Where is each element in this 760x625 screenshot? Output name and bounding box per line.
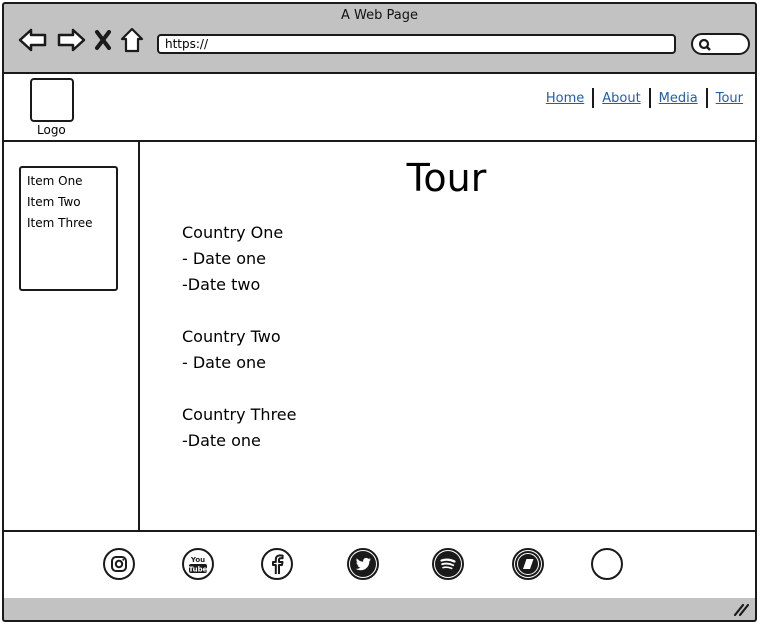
tour-date: - Date one [182,353,266,372]
browser-chrome: A Web Page https:// [2,2,757,74]
tour-country-group: Country One - Date one -Date two [182,220,296,298]
logo-placeholder[interactable] [30,78,74,122]
twitter-icon[interactable] [347,548,379,580]
search-icon [698,38,711,51]
nav-divider [705,88,708,108]
nav-link-home[interactable]: Home [546,91,584,106]
nav-divider [648,88,651,108]
search-box[interactable] [691,33,750,55]
home-icon[interactable] [120,27,144,53]
nav-divider [592,88,595,108]
address-bar[interactable]: https:// [157,34,676,54]
sidebar-item-two[interactable]: Item Two [27,192,110,213]
window-title: A Web Page [341,8,418,23]
country-name: Country Three [182,405,297,424]
nav-link-about[interactable]: About [602,91,640,106]
nav-link-tour[interactable]: Tour [716,91,743,106]
close-icon[interactable] [94,29,112,51]
resize-grip-icon[interactable] [733,602,749,616]
forward-arrow-icon[interactable] [56,27,86,53]
status-bar [2,598,757,622]
tour-date: - Date one [182,249,266,268]
sidebar-list: Item One Item Two Item Three [19,166,118,291]
tour-date: -Date two [182,275,261,294]
nav-link-media[interactable]: Media [659,91,698,106]
sidebar-item-one[interactable]: Item One [27,171,110,192]
sidebar: Item One Item Two Item Three [2,140,140,532]
country-name: Country Two [182,327,281,346]
svg-text:Tube: Tube [189,566,208,574]
main-content: Tour Country One - Date one -Date two Co… [138,140,757,532]
back-arrow-icon[interactable] [18,27,48,53]
tour-date: -Date one [182,431,261,450]
top-navigation: Home About Media Tour [546,88,743,108]
facebook-icon[interactable] [261,548,293,580]
bandcamp-icon[interactable] [512,548,544,580]
country-name: Country One [182,223,284,242]
browser-nav-controls [18,26,144,54]
site-footer: You Tube [2,530,757,600]
tour-list: Country One - Date one -Date two Country… [182,220,296,480]
page-title: Tour [406,156,487,200]
tour-country-group: Country Three -Date one [182,402,296,454]
blank-circle-icon[interactable] [591,548,623,580]
social-links: You Tube [4,548,755,582]
address-bar-text: https:// [165,37,209,51]
youtube-icon[interactable]: You Tube [182,548,214,580]
logo-label: Logo [37,123,66,137]
sidebar-item-three[interactable]: Item Three [27,213,110,234]
instagram-icon[interactable] [103,548,135,580]
site-header: Logo Home About Media Tour [2,74,757,142]
spotify-icon[interactable] [432,548,464,580]
tour-country-group: Country Two - Date one [182,324,296,376]
svg-text:You: You [190,556,205,564]
